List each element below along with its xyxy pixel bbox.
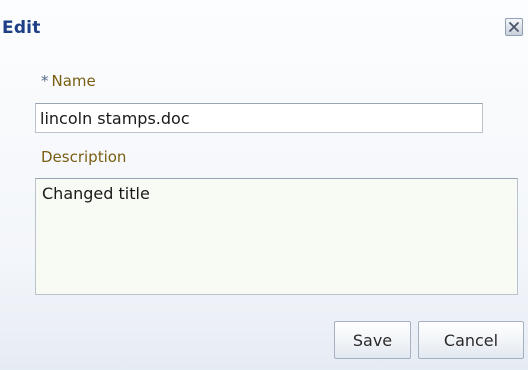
close-x-icon — [506, 19, 522, 35]
name-label-text: Name — [51, 72, 96, 90]
edit-dialog: Edit *Name Description Changed title Sav… — [0, 0, 528, 370]
name-input[interactable] — [35, 103, 483, 133]
save-button[interactable]: Save — [334, 321, 411, 359]
close-button[interactable] — [505, 18, 523, 36]
required-marker: * — [41, 72, 49, 90]
description-label: Description — [41, 148, 127, 166]
dialog-title: Edit — [2, 18, 41, 38]
description-textarea[interactable]: Changed title — [35, 178, 518, 295]
name-label: * Name — [41, 72, 96, 90]
cancel-button[interactable]: Cancel — [418, 321, 524, 359]
